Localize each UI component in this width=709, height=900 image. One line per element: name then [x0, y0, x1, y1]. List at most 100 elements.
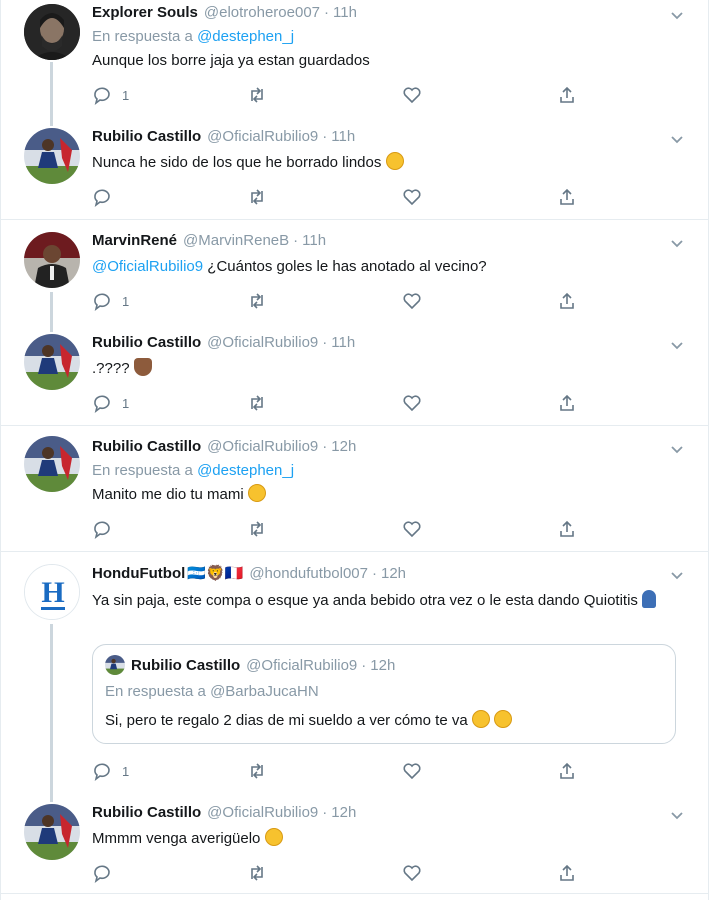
tweet-text-row: Manito me dio tu mami: [92, 484, 688, 506]
avatar[interactable]: H: [24, 564, 80, 620]
chevron-down-icon[interactable]: [668, 234, 686, 252]
avatar[interactable]: [24, 4, 80, 60]
avatar[interactable]: [24, 128, 80, 184]
tweet[interactable]: Explorer Souls @elotroheroe007 · 11h En …: [1, 0, 708, 122]
tweet-text: ¿Cuántos goles le has anotado al vecino?: [207, 258, 487, 275]
separator: ·: [372, 565, 377, 582]
chevron-down-icon[interactable]: [668, 806, 686, 824]
chevron-down-icon[interactable]: [668, 130, 686, 148]
retweet-button[interactable]: [247, 760, 267, 782]
quote-author-name: Rubilio Castillo: [131, 656, 241, 674]
retweet-button[interactable]: [247, 392, 267, 414]
reply-button[interactable]: [92, 518, 122, 540]
reply-button[interactable]: 1: [92, 760, 129, 782]
avatar[interactable]: [24, 334, 80, 390]
reply-button[interactable]: 1: [92, 392, 129, 414]
author-name[interactable]: Rubilio Castillo: [92, 128, 201, 145]
tweet[interactable]: MarvinRené @MarvinReneB · 11h @OficialRu…: [1, 220, 708, 322]
soccer-player-avatar-icon: [24, 804, 80, 860]
author-handle[interactable]: @hondufutbol007: [249, 565, 368, 582]
tweet-text-row: Mmmm venga averigüelo: [92, 828, 688, 850]
reply-icon: [94, 189, 110, 207]
timestamp[interactable]: 12h: [331, 438, 356, 455]
timestamp[interactable]: 11h: [331, 334, 355, 351]
reply-context: En respuesta a @destephen_j: [92, 462, 295, 479]
timestamp[interactable]: 11h: [331, 128, 355, 145]
chevron-down-icon[interactable]: [668, 440, 686, 458]
tweet[interactable]: Rubilio Castillo @OficialRubilio9 · 12h …: [1, 426, 708, 552]
author-name[interactable]: Rubilio Castillo: [92, 438, 201, 455]
tweet-text-row: Nunca he sido de los que he borrado lind…: [92, 152, 688, 174]
share-button[interactable]: [557, 518, 577, 540]
reply-button[interactable]: [92, 186, 122, 208]
red-suit-avatar-icon: [24, 232, 80, 288]
reply-icon: [94, 763, 110, 781]
tweet-text: Manito me dio tu mami: [92, 486, 244, 503]
reply-button[interactable]: 1: [92, 290, 129, 312]
retweet-icon: [251, 521, 263, 537]
share-button[interactable]: [557, 862, 577, 884]
tweet-text-row: .????: [92, 358, 688, 380]
author-handle[interactable]: @elotroheroe007: [204, 4, 320, 21]
tweet-actions: [92, 862, 582, 884]
author-name[interactable]: Rubilio Castillo: [92, 804, 201, 821]
tweet[interactable]: H HonduFutbol 🇭🇳🦁🇫🇷 @hondufutbol007 · 12…: [1, 552, 708, 794]
like-button[interactable]: [402, 84, 422, 106]
share-button[interactable]: [557, 392, 577, 414]
retweet-button[interactable]: [247, 84, 267, 106]
retweet-button[interactable]: [247, 186, 267, 208]
heart-icon: [403, 763, 421, 780]
retweet-button[interactable]: [247, 862, 267, 884]
author-handle[interactable]: @OficialRubilio9: [207, 438, 318, 455]
author-name[interactable]: MarvinRené: [92, 232, 177, 249]
share-button[interactable]: [557, 84, 577, 106]
share-button[interactable]: [557, 186, 577, 208]
author-handle[interactable]: @OficialRubilio9: [207, 804, 318, 821]
share-button[interactable]: [557, 290, 577, 312]
tweet[interactable]: Rubilio Castillo @OficialRubilio9 · 11h …: [1, 118, 708, 220]
author-handle[interactable]: @MarvinReneB: [183, 232, 289, 249]
thread-line: [50, 322, 53, 332]
tweet[interactable]: Rubilio Castillo @OficialRubilio9 · 11h …: [1, 322, 708, 426]
like-button[interactable]: [402, 392, 422, 414]
author-handle[interactable]: @OficialRubilio9: [207, 128, 318, 145]
avatar[interactable]: [24, 232, 80, 288]
timestamp[interactable]: 11h: [302, 232, 326, 249]
chevron-down-icon[interactable]: [668, 6, 686, 24]
chevron-down-icon[interactable]: [668, 336, 686, 354]
tweet[interactable]: Rubilio Castillo @OficialRubilio9 · 12h …: [1, 794, 708, 894]
tweet-text-row: Ya sin paja, este compa o esque ya anda …: [92, 590, 688, 612]
retweet-button[interactable]: [247, 290, 267, 312]
mention-link[interactable]: @destephen_j: [197, 28, 294, 45]
retweet-icon: [251, 87, 263, 103]
timestamp[interactable]: 11h: [333, 4, 357, 21]
tweet-text: .????: [92, 360, 130, 377]
like-button[interactable]: [402, 186, 422, 208]
author-name[interactable]: Rubilio Castillo: [92, 334, 201, 351]
like-button[interactable]: [402, 760, 422, 782]
h-logo-avatar-icon: H: [25, 565, 79, 619]
tweet-text: Ya sin paja, este compa o esque ya anda …: [92, 592, 638, 609]
chevron-down-icon[interactable]: [668, 566, 686, 584]
author-handle[interactable]: @OficialRubilio9: [207, 334, 318, 351]
reply-count: 1: [122, 763, 130, 779]
like-button[interactable]: [402, 290, 422, 312]
author-name[interactable]: HonduFutbol: [92, 565, 185, 582]
reply-button[interactable]: 1: [92, 84, 129, 106]
quoted-tweet[interactable]: Rubilio Castillo @OficialRubilio9 · 12h …: [92, 644, 676, 744]
mention-link[interactable]: @destephen_j: [197, 462, 294, 479]
winking-tongue-emoji-icon: [264, 828, 283, 846]
mention-link[interactable]: @OficialRubilio9: [92, 258, 203, 275]
soccer-player-avatar-icon: [105, 655, 125, 675]
like-button[interactable]: [402, 862, 422, 884]
avatar[interactable]: [24, 804, 80, 860]
reply-button[interactable]: [92, 862, 122, 884]
timestamp[interactable]: 12h: [381, 565, 406, 582]
timestamp[interactable]: 12h: [331, 804, 356, 821]
retweet-button[interactable]: [247, 518, 267, 540]
tweet-actions: 1: [92, 392, 582, 414]
avatar[interactable]: [24, 436, 80, 492]
like-button[interactable]: [402, 518, 422, 540]
share-button[interactable]: [557, 760, 577, 782]
author-name[interactable]: Explorer Souls: [92, 4, 198, 21]
